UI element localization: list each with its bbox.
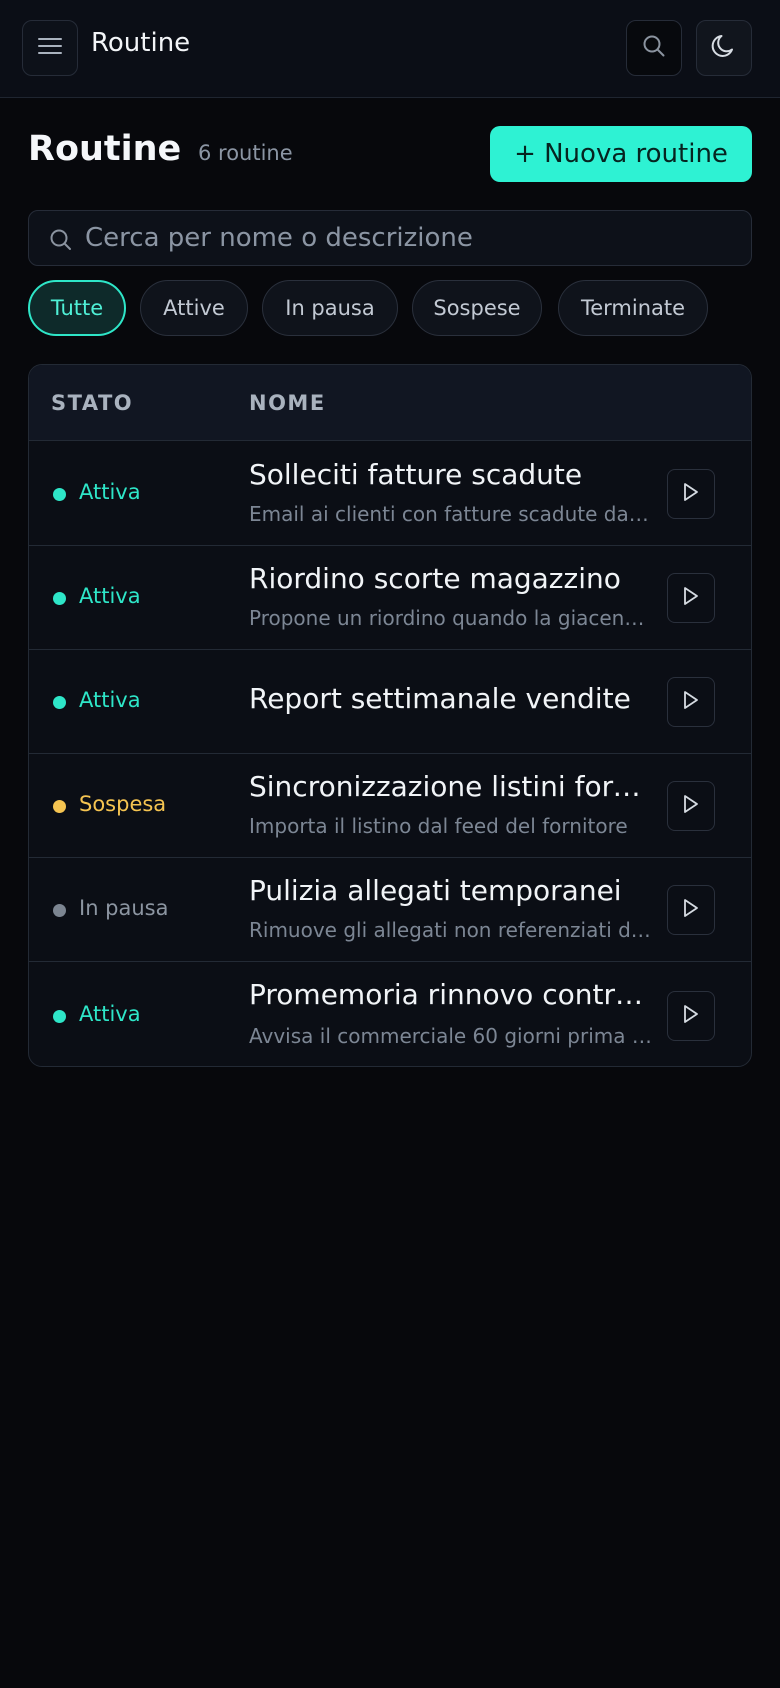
page-title: Routine (28, 129, 182, 169)
menu-icon (37, 36, 63, 60)
routine-description: Email ai clienti con fatture scadute da … (249, 502, 654, 526)
top-bar: Routine (0, 0, 780, 98)
status-dot (53, 800, 66, 813)
routine-name[interactable]: Report settimanale vendite (249, 682, 654, 715)
status-dot (53, 696, 66, 709)
routine-count: 6 routine (198, 141, 293, 165)
search-input[interactable] (85, 211, 735, 265)
run-button[interactable] (667, 573, 715, 623)
column-header-stato: STATO (51, 391, 134, 415)
routine-name[interactable]: Promemoria rinnovo contratti (249, 978, 654, 1011)
play-icon (682, 794, 700, 818)
table-row[interactable]: Attiva Promemoria rinnovo contratti Avvi… (29, 962, 751, 1066)
table-row[interactable]: Attiva Riordino scorte magazzino Propone… (29, 546, 751, 650)
routine-name[interactable]: Sincronizzazione listini fornitori (249, 770, 654, 803)
routine-description: Importa il listino dal feed del fornitor… (249, 814, 628, 838)
routine-description: Rimuove gli allegati non referenziati da… (249, 918, 654, 942)
filter-chip-in-pausa[interactable]: In pausa (262, 280, 398, 336)
routine-name[interactable]: Pulizia allegati temporanei (249, 874, 654, 907)
status-label: Attiva (79, 688, 141, 712)
new-routine-button[interactable]: + Nuova routine (490, 126, 752, 182)
play-icon (682, 898, 700, 922)
play-icon (682, 586, 700, 610)
table-row[interactable]: Attiva Solleciti fatture scadute Email a… (29, 442, 751, 546)
routine-table: STATO NOME Attiva Solleciti fatture scad… (28, 364, 752, 1067)
status-dot (53, 1010, 66, 1023)
run-button[interactable] (667, 469, 715, 519)
routine-name[interactable]: Solleciti fatture scadute (249, 458, 654, 491)
run-button[interactable] (667, 781, 715, 831)
table-header: STATO NOME (29, 365, 751, 441)
routine-name[interactable]: Riordino scorte magazzino (249, 562, 654, 595)
search-button[interactable] (626, 20, 682, 76)
filter-chip-attive[interactable]: Attive (140, 280, 248, 336)
play-icon (682, 1004, 700, 1028)
theme-toggle-button[interactable] (696, 20, 752, 76)
status-label: Attiva (79, 480, 141, 504)
run-button[interactable] (667, 991, 715, 1041)
search-icon (49, 227, 73, 255)
filter-chip-terminate[interactable]: Terminate (558, 280, 708, 336)
routine-description: Propone un riordino quando la giacenza s… (249, 606, 654, 630)
moon-icon (710, 32, 738, 64)
run-button[interactable] (667, 885, 715, 935)
status-label: Attiva (79, 584, 141, 608)
play-icon (682, 482, 700, 506)
play-icon (682, 690, 700, 714)
status-dot (53, 488, 66, 501)
menu-button[interactable] (22, 20, 78, 76)
app-title: Routine (91, 28, 191, 58)
table-row[interactable]: Attiva Report settimanale vendite (29, 650, 751, 754)
search-field (28, 210, 752, 266)
column-header-nome: NOME (249, 391, 326, 415)
run-button[interactable] (667, 677, 715, 727)
filter-chip-sospese[interactable]: Sospese (412, 280, 542, 336)
status-dot (53, 904, 66, 917)
status-label: Sospesa (79, 792, 167, 816)
status-label: In pausa (79, 896, 169, 920)
table-row[interactable]: In pausa Pulizia allegati temporanei Rim… (29, 858, 751, 962)
table-row[interactable]: Sospesa Sincronizzazione listini fornito… (29, 754, 751, 858)
search-icon (642, 34, 666, 62)
status-dot (53, 592, 66, 605)
status-label: Attiva (79, 1002, 141, 1026)
filter-chip-tutte[interactable]: Tutte (28, 280, 126, 336)
routine-description: Avvisa il commerciale 60 giorni prima de… (249, 1024, 654, 1048)
